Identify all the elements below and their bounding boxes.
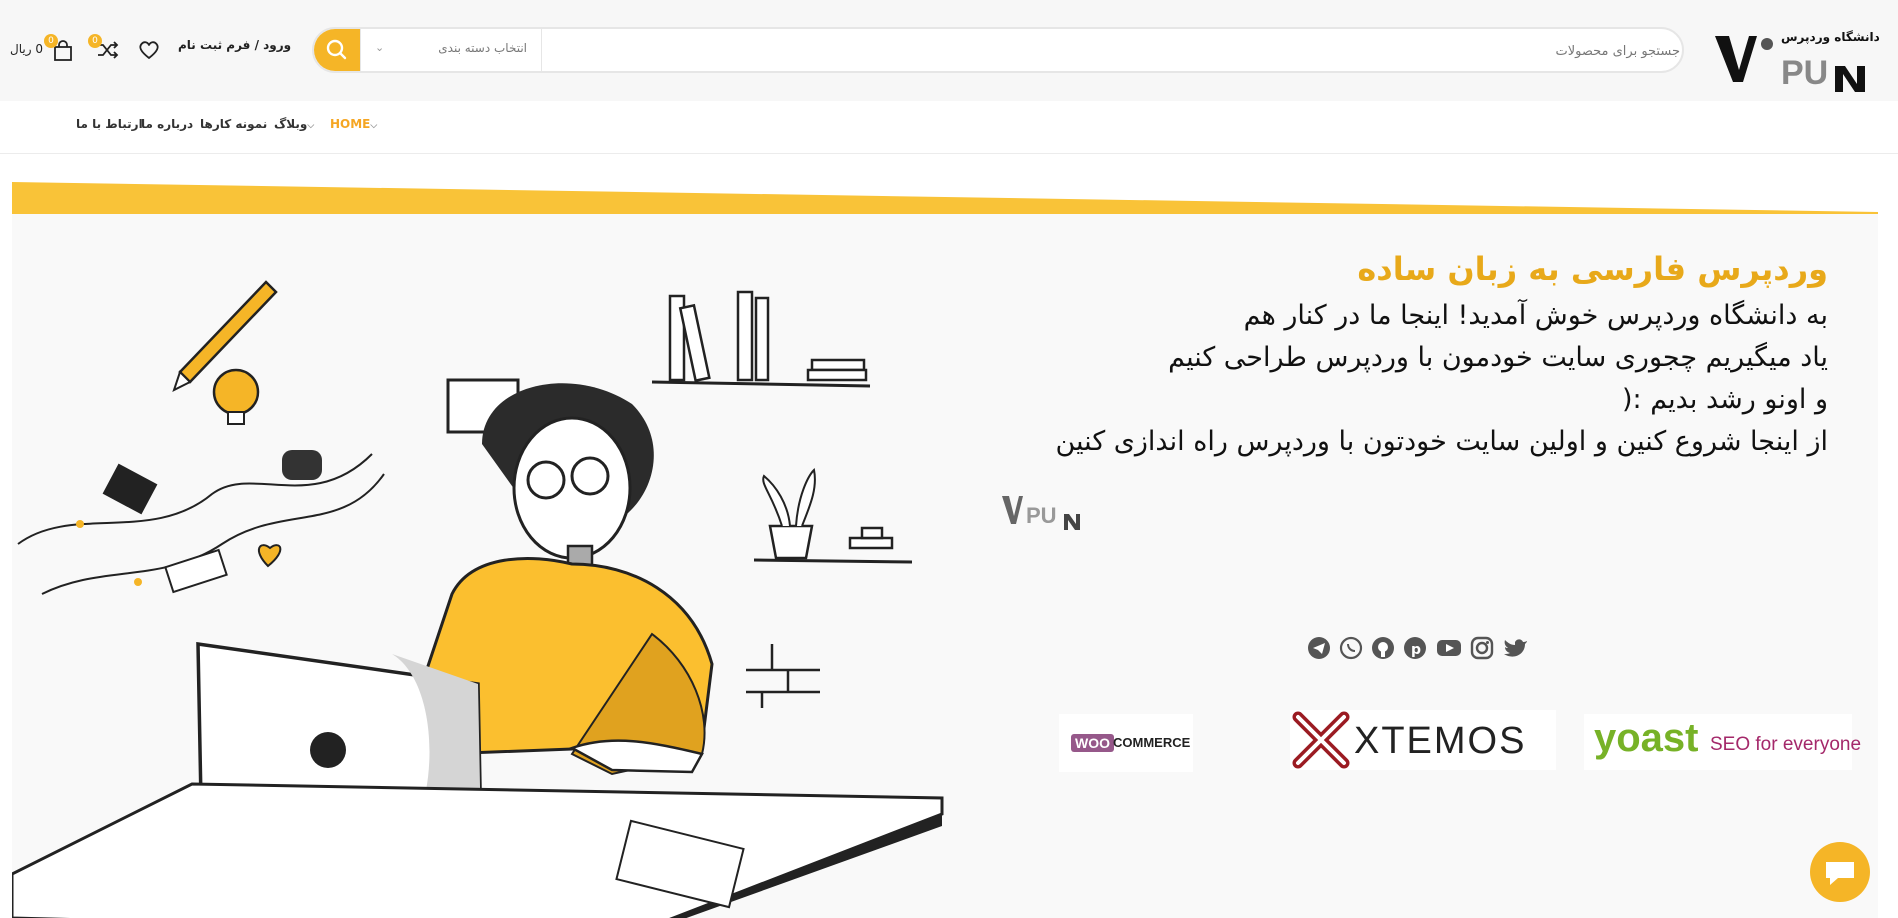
cart-button[interactable]: 0: [44, 34, 74, 62]
login-register-link[interactable]: ورود / فرم ثبت نام: [178, 38, 291, 52]
xtemos-logo[interactable]: XTEMOS: [1290, 710, 1556, 770]
cart-count-badge: 0: [44, 34, 58, 48]
nav-item-portfolio[interactable]: نمونه کارها: [200, 117, 267, 131]
logo-text: دانشگاه وردپرس: [1781, 30, 1880, 44]
hero-line-2: یاد میگیریم چجوری سایت خودمون با وردپرس …: [1168, 342, 1828, 373]
pinterest-icon[interactable]: p: [1403, 636, 1427, 660]
search-input[interactable]: [544, 29, 1682, 73]
nav-item-about[interactable]: درباره ما: [141, 117, 193, 131]
category-select-label: انتخاب دسته بندی: [438, 41, 527, 55]
hero-illustration: [12, 280, 944, 918]
twitter-icon[interactable]: [1503, 636, 1527, 660]
commerce-text: COMMERCE: [1113, 735, 1191, 750]
yoast-tagline: SEO for everyone: [1710, 734, 1862, 755]
hero-line-4: از اینجا شروع کنین و اولین سایت خودتون ب…: [1055, 426, 1828, 457]
xtemos-mark-icon: [1292, 711, 1350, 769]
chevron-down-icon: ⌄: [375, 41, 385, 54]
nav-item-home[interactable]: ⌵HOME: [330, 117, 380, 131]
hero-line-1: به دانشگاه وردپرس خوش آمدید! اینجا ما در…: [1243, 300, 1828, 331]
nav-item-contact[interactable]: ارتباط با ما: [76, 117, 143, 131]
heart-icon: [139, 41, 159, 59]
compare-count-badge: 0: [88, 34, 102, 48]
lightbulb-illustration: [212, 368, 260, 425]
chevron-down-icon: ⌵: [307, 121, 315, 131]
main-navigation: ⌵HOME ⌵وبلاگ نمونه کارها درباره ما ارتبا…: [0, 101, 1898, 154]
hero-line-3: و اونو رشد بدیم :(: [1621, 384, 1828, 415]
nav-item-label: HOME: [330, 117, 371, 131]
telegram-icon[interactable]: [1307, 636, 1331, 660]
nav-item-blog[interactable]: ⌵وبلاگ: [274, 117, 317, 131]
xtemos-text: XTEMOS: [1354, 720, 1527, 762]
yoast-text: yoast: [1594, 716, 1699, 760]
site-header: دانشگاه وردپرس PU انتخاب دسته بندی ⌄ ورو…: [0, 0, 1898, 101]
svg-text:PU: PU: [1026, 503, 1057, 528]
hero-title: وردپرس فارسی به زبان ساده: [1357, 250, 1828, 288]
wishlist-button[interactable]: [138, 40, 160, 60]
small-logo: PU: [1002, 496, 1080, 530]
desk-illustration: [12, 782, 944, 918]
whatsapp-icon[interactable]: [1339, 636, 1363, 660]
category-select[interactable]: انتخاب دسته بندی ⌄: [360, 29, 542, 71]
chat-button[interactable]: [1810, 842, 1870, 902]
compare-button[interactable]: 0: [88, 34, 120, 60]
woo-text: WOO: [1071, 734, 1114, 752]
yoast-logo[interactable]: yoast SEO for everyone: [1584, 714, 1861, 770]
instagram-icon[interactable]: [1470, 636, 1494, 660]
product-search: انتخاب دسته بندی ⌄: [312, 27, 1684, 73]
youtube-icon[interactable]: [1436, 636, 1461, 660]
chevron-down-icon: ⌵: [370, 121, 378, 131]
bookshelf-illustration: [651, 290, 871, 388]
site-logo[interactable]: دانشگاه وردپرس PU: [1715, 26, 1880, 96]
heart-doodle: [257, 544, 282, 568]
woocommerce-logo[interactable]: WOO COMMERCE: [1059, 714, 1193, 772]
cart-total[interactable]: 0 ریال: [10, 42, 43, 56]
svg-text:p: p: [1411, 642, 1421, 658]
plant-shelf-illustration: [753, 467, 913, 564]
chat-icon: [1826, 862, 1854, 885]
svg-text:PU: PU: [1781, 54, 1828, 92]
search-button[interactable]: [314, 29, 360, 71]
decorative-stripe: [12, 182, 1878, 214]
wall-brick-illustration: [746, 644, 820, 708]
nav-item-label: وبلاگ: [274, 117, 308, 131]
github-icon[interactable]: [1371, 636, 1395, 660]
search-icon: [326, 39, 347, 60]
